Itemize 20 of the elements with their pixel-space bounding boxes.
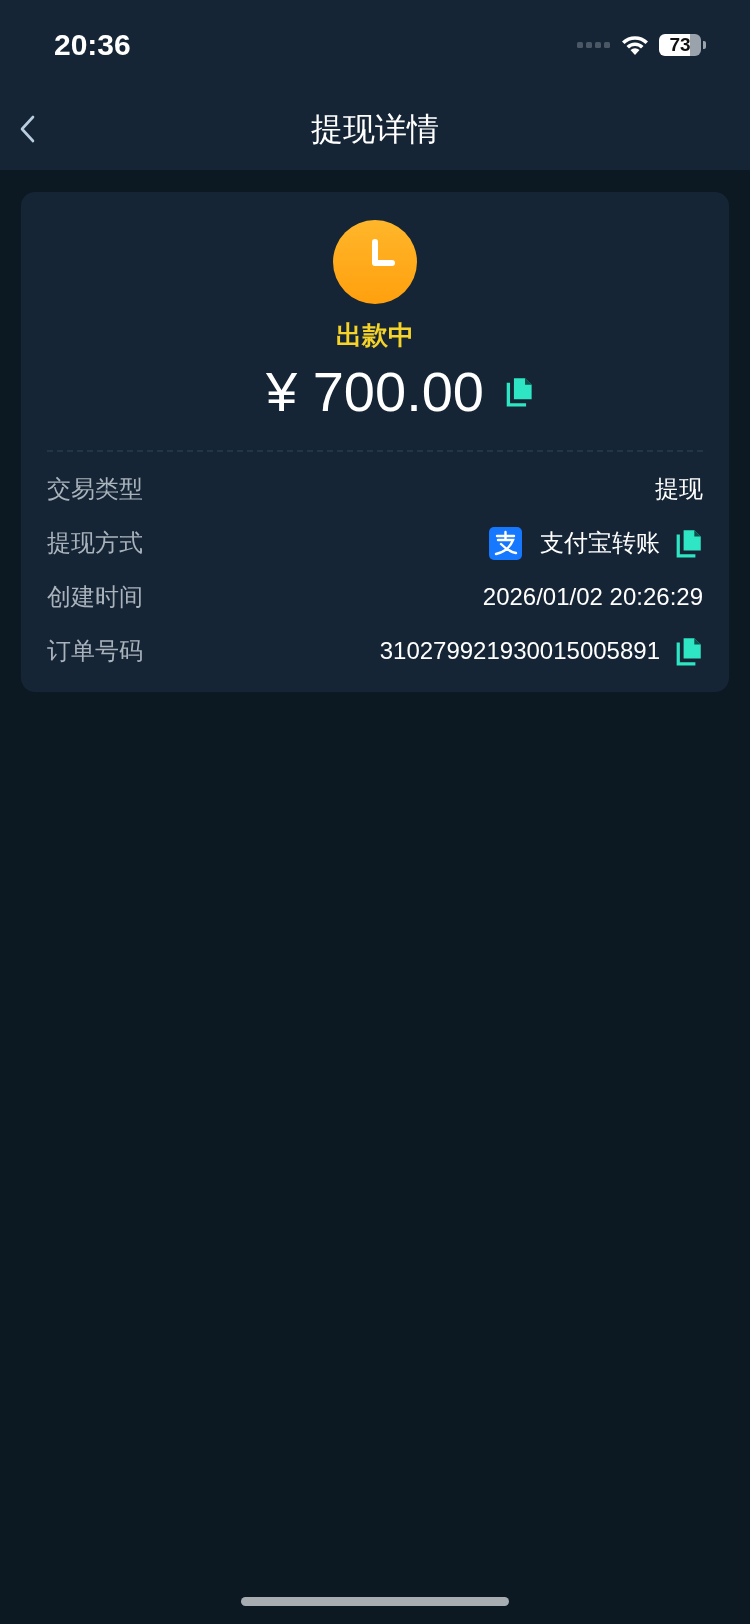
wifi-icon <box>621 34 649 56</box>
field-value: 2026/01/02 20:26:29 <box>482 583 703 611</box>
status-time: 20:36 <box>54 28 131 62</box>
field-value: 提现 <box>655 474 703 504</box>
signal-icon <box>577 41 611 49</box>
field-label: 订单号码 <box>47 636 143 666</box>
field-label: 交易类型 <box>47 474 143 504</box>
copy-icon[interactable] <box>676 636 703 666</box>
field-label: 创建时间 <box>47 582 143 612</box>
amount: ¥ 700.00 <box>266 359 484 424</box>
battery-icon: 73 <box>659 34 701 56</box>
status-label: 出款中 <box>336 319 414 352</box>
field-value: 310279921930015005891 <box>379 637 660 665</box>
field-label: 提现方式 <box>47 528 143 558</box>
clock-icon <box>333 220 417 304</box>
payment-logo-icon <box>489 526 522 560</box>
copy-icon[interactable] <box>676 528 703 558</box>
page-title: 提现详情 <box>311 110 439 149</box>
copy-icon[interactable] <box>506 376 534 407</box>
field-value: 支付宝转账 <box>540 528 660 558</box>
